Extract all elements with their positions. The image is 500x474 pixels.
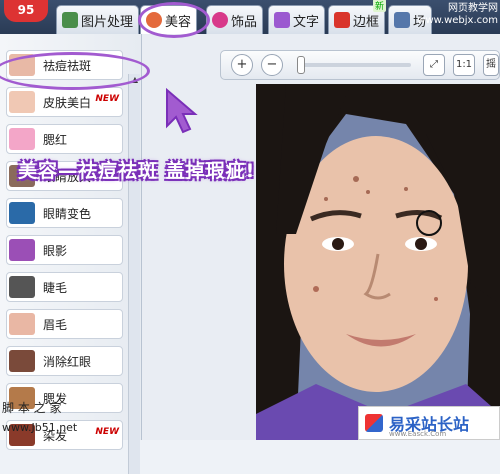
effect-thumbnail-icon bbox=[9, 202, 35, 224]
zoom-slider-track[interactable] bbox=[301, 63, 411, 67]
app-logo: 95 bbox=[4, 0, 48, 22]
tab-accessories[interactable]: 饰品 bbox=[206, 5, 264, 34]
sidebar-item-label: 眼影 bbox=[43, 243, 68, 258]
watermark-text: 网页教学网 bbox=[448, 3, 498, 14]
tab-label: 图片处理 bbox=[81, 14, 134, 30]
effect-thumbnail-icon bbox=[9, 276, 35, 298]
tab-label: 文字 bbox=[293, 14, 320, 30]
sidebar-item[interactable]: 眼影 bbox=[6, 235, 123, 265]
watermark-top: 网页教学网 www.webjx.com bbox=[417, 3, 498, 27]
effect-thumbnail-icon bbox=[9, 91, 35, 113]
sidebar-scrollbar[interactable]: ▲ bbox=[128, 74, 140, 474]
zoom-slider-thumb[interactable] bbox=[297, 56, 305, 74]
accessory-icon bbox=[212, 12, 228, 28]
fit-window-button[interactable]: ⤢ bbox=[423, 54, 445, 76]
sidebar-item-label: 眉毛 bbox=[43, 317, 68, 332]
highlight-acne-item bbox=[0, 52, 150, 90]
effect-thumbnail-icon bbox=[9, 313, 35, 335]
watermark-url: www.webjx.com bbox=[417, 15, 498, 26]
scene-icon bbox=[394, 12, 410, 28]
brush-cursor-icon bbox=[416, 210, 442, 236]
top-tab-bar: 95 图片处理 美容 饰品 文字 边框 新 场 网页教学网 www.webjx.… bbox=[0, 0, 500, 34]
tab-label: 边框 bbox=[353, 14, 380, 30]
sidebar-item[interactable]: 眉毛 bbox=[6, 309, 123, 339]
sidebar-item-label: 腮红 bbox=[43, 132, 68, 147]
frame-icon bbox=[334, 12, 350, 28]
new-badge: NEW bbox=[95, 427, 119, 437]
text-icon bbox=[274, 12, 290, 28]
site-logo-icon bbox=[365, 414, 383, 432]
tab-image-processing[interactable]: 图片处理 bbox=[56, 5, 140, 34]
new-badge: 新 bbox=[373, 0, 387, 12]
effects-sidebar: ▲ 祛痘祛斑 皮肤美白 NEW 腮红 眼睛放大 眼睛变色 眼影 睫毛 眉毛 消除红眼 腮发 染发 NEW bbox=[0, 34, 142, 474]
effect-thumbnail-icon bbox=[9, 239, 35, 261]
sidebar-item-label: 消除红眼 bbox=[43, 354, 92, 369]
zoom-out-button[interactable]: − bbox=[261, 54, 283, 76]
sidebar-item-label: 眼睛变色 bbox=[43, 206, 92, 221]
portrait-photo bbox=[256, 84, 500, 440]
new-badge: NEW bbox=[95, 94, 119, 104]
zoom-in-button[interactable]: + bbox=[231, 54, 253, 76]
sidebar-item[interactable]: 睫毛 bbox=[6, 272, 123, 302]
zoom-toolbar: + − ⤢ 1:1 摇 bbox=[220, 50, 500, 80]
annotation-banner: 美容—祛痘祛斑 盖掉瑕疵! bbox=[18, 160, 256, 182]
watermark-text: 脚 本 之 家 bbox=[2, 401, 62, 415]
tab-text[interactable]: 文字 bbox=[268, 5, 326, 34]
sidebar-item[interactable]: 腮红 bbox=[6, 124, 123, 154]
effect-thumbnail-icon bbox=[9, 350, 35, 372]
pointer-arrow-icon bbox=[166, 87, 198, 134]
sidebar-item-label: 睫毛 bbox=[43, 280, 68, 295]
sidebar-item-label: 皮肤美白 bbox=[43, 95, 92, 110]
extra-tool-button[interactable]: 摇 bbox=[483, 54, 499, 76]
image-processing-icon bbox=[62, 12, 78, 28]
watermark-url: www.Easck.Com bbox=[389, 430, 447, 438]
sidebar-item[interactable]: 皮肤美白 NEW bbox=[6, 87, 123, 117]
effect-thumbnail-icon bbox=[9, 128, 35, 150]
watermark-left: 脚 本 之 家 www.Jb51.net bbox=[2, 398, 77, 438]
actual-size-button[interactable]: 1:1 bbox=[453, 54, 475, 76]
tab-label: 饰品 bbox=[231, 14, 258, 30]
sidebar-item[interactable]: 眼睛变色 bbox=[6, 198, 123, 228]
watermark-right: 易采站长站 www.Easck.Com bbox=[358, 406, 500, 440]
edited-photo[interactable] bbox=[256, 84, 500, 440]
highlight-beauty-tab bbox=[138, 2, 210, 38]
sidebar-item[interactable]: 消除红眼 bbox=[6, 346, 123, 376]
watermark-url: www.Jb51.net bbox=[2, 421, 78, 434]
